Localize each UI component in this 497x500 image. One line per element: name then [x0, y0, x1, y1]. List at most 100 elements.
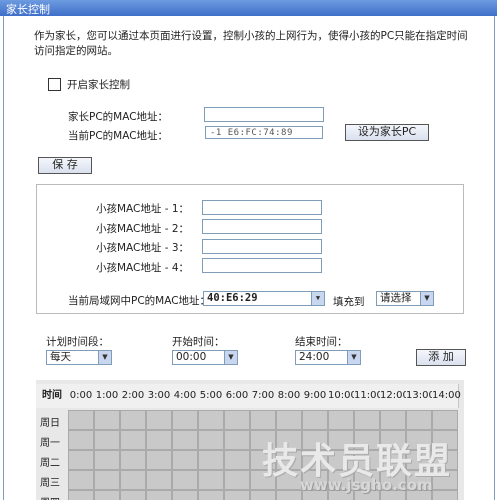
chevron-down-icon: ▼	[224, 351, 237, 364]
grid-time-cell[interactable]	[146, 430, 172, 450]
start-time-label: 开始时间：	[172, 336, 225, 348]
title-bar: 家长控制	[0, 0, 497, 16]
grid-hour-header: 6:00	[224, 384, 251, 408]
grid-hour-header: 14:00	[432, 384, 461, 408]
grid-time-cell[interactable]	[198, 430, 224, 450]
child-mac-input-4[interactable]	[202, 258, 322, 273]
grid-time-cell[interactable]	[328, 410, 354, 430]
grid-time-cell[interactable]	[250, 490, 276, 500]
child-mac-input-3[interactable]	[202, 239, 322, 254]
grid-time-cell[interactable]	[68, 430, 94, 450]
parent-mac-label: 家长PC的MAC地址：	[68, 111, 169, 123]
chevron-down-icon: ▼	[347, 351, 360, 364]
grid-time-cell[interactable]	[276, 490, 302, 500]
grid-time-cell[interactable]	[68, 450, 94, 470]
grid-time-cell[interactable]	[94, 490, 120, 500]
grid-time-cell[interactable]	[432, 410, 458, 430]
current-mac-value: -1 E6:FC:74:89	[205, 126, 323, 139]
grid-time-cell[interactable]	[120, 490, 146, 500]
grid-time-cell[interactable]	[120, 430, 146, 450]
parent-mac-input[interactable]	[204, 107, 324, 122]
grid-time-cell[interactable]	[146, 410, 172, 430]
grid-day-label: 周一	[40, 438, 60, 449]
grid-hour-header: 7:00	[250, 384, 277, 408]
save-button[interactable]: 保 存	[38, 157, 92, 174]
grid-time-cell[interactable]	[354, 410, 380, 430]
grid-time-cell[interactable]	[432, 490, 458, 500]
child-mac-input-1[interactable]	[202, 200, 322, 215]
grid-time-cell[interactable]	[224, 490, 250, 500]
grid-day-label: 周四	[40, 494, 60, 500]
grid-time-cell[interactable]	[276, 410, 302, 430]
grid-time-cell[interactable]	[172, 470, 198, 490]
child-mac-label-4: 小孩MAC地址 - 4：	[96, 262, 190, 274]
grid-time-cell[interactable]	[120, 410, 146, 430]
grid-day-label: 周三	[40, 478, 60, 489]
grid-time-cell[interactable]	[172, 410, 198, 430]
grid-time-cell[interactable]	[224, 410, 250, 430]
end-time-select[interactable]: 24:00 ▼	[295, 350, 361, 365]
grid-hour-header: 3:00	[146, 384, 173, 408]
grid-hour-header: 9:00	[302, 384, 329, 408]
grid-hour-header: 12:00	[380, 384, 409, 408]
grid-time-cell[interactable]	[224, 470, 250, 490]
grid-time-cell[interactable]	[146, 450, 172, 470]
lan-mac-select[interactable]: 40:E6:29 ▼	[203, 291, 325, 306]
grid-hour-header: 4:00	[172, 384, 199, 408]
chevron-down-icon: ▼	[311, 292, 324, 305]
watermark-url: www.jsgho.com	[300, 476, 433, 494]
fill-to-selected-value: 请选择	[380, 292, 412, 304]
grid-hour-header: 10:00	[328, 384, 357, 408]
enable-parental-control-checkbox[interactable]	[48, 78, 61, 91]
add-button[interactable]: 添 加	[416, 349, 466, 366]
grid-time-cell[interactable]	[198, 490, 224, 500]
grid-time-cell[interactable]	[68, 410, 94, 430]
schedule-selected-value: 每天	[50, 351, 71, 363]
fill-to-select[interactable]: 请选择 ▼	[376, 291, 434, 306]
grid-time-cell[interactable]	[94, 470, 120, 490]
page-title: 家长控制	[6, 3, 50, 16]
grid-time-cell[interactable]	[172, 430, 198, 450]
grid-time-cell[interactable]	[380, 410, 406, 430]
start-time-select[interactable]: 00:00 ▼	[172, 350, 238, 365]
grid-hour-header: 1:00	[94, 384, 121, 408]
grid-time-cell[interactable]	[198, 410, 224, 430]
grid-time-cell[interactable]	[198, 450, 224, 470]
end-time-selected-value: 24:00	[299, 351, 330, 363]
schedule-label: 计划时间段：	[46, 336, 109, 348]
grid-time-cell[interactable]	[406, 410, 432, 430]
grid-time-cell[interactable]	[250, 410, 276, 430]
grid-time-cell[interactable]	[172, 490, 198, 500]
grid-hour-header: 2:00	[120, 384, 147, 408]
enable-parental-control-label: 开启家长控制	[67, 79, 130, 91]
chevron-down-icon: ▼	[98, 351, 111, 364]
child-mac-input-2[interactable]	[202, 219, 322, 234]
grid-time-cell[interactable]	[172, 450, 198, 470]
grid-hour-header: 13:00	[406, 384, 435, 408]
grid-time-cell[interactable]	[146, 490, 172, 500]
grid-time-cell[interactable]	[94, 450, 120, 470]
end-time-label: 结束时间：	[295, 336, 348, 348]
description-text: 作为家长，您可以通过本页面进行设置，控制小孩的上网行为，使得小孩的PC只能在指定…	[34, 30, 468, 57]
grid-time-cell[interactable]	[68, 490, 94, 500]
grid-time-cell[interactable]	[68, 470, 94, 490]
grid-time-cell[interactable]	[94, 430, 120, 450]
grid-time-cell[interactable]	[224, 450, 250, 470]
grid-time-cell[interactable]	[302, 410, 328, 430]
fill-to-label: 填充到	[333, 296, 365, 308]
lan-mac-label: 当前局域网中PC的MAC地址：	[68, 295, 211, 307]
grid-time-cell[interactable]	[120, 470, 146, 490]
grid-hour-header: 5:00	[198, 384, 225, 408]
grid-time-cell[interactable]	[198, 470, 224, 490]
grid-time-cell[interactable]	[94, 410, 120, 430]
current-mac-label: 当前PC的MAC地址：	[68, 130, 169, 142]
child-mac-label-3: 小孩MAC地址 - 3：	[96, 242, 190, 254]
schedule-select[interactable]: 每天 ▼	[46, 350, 112, 365]
start-time-selected-value: 00:00	[176, 351, 207, 363]
set-parent-pc-button[interactable]: 设为家长PC	[345, 124, 429, 141]
grid-hour-header: 11:00	[354, 384, 383, 408]
grid-time-cell[interactable]	[146, 470, 172, 490]
grid-time-cell[interactable]	[224, 430, 250, 450]
grid-time-header: 时间	[36, 384, 69, 408]
grid-time-cell[interactable]	[120, 450, 146, 470]
